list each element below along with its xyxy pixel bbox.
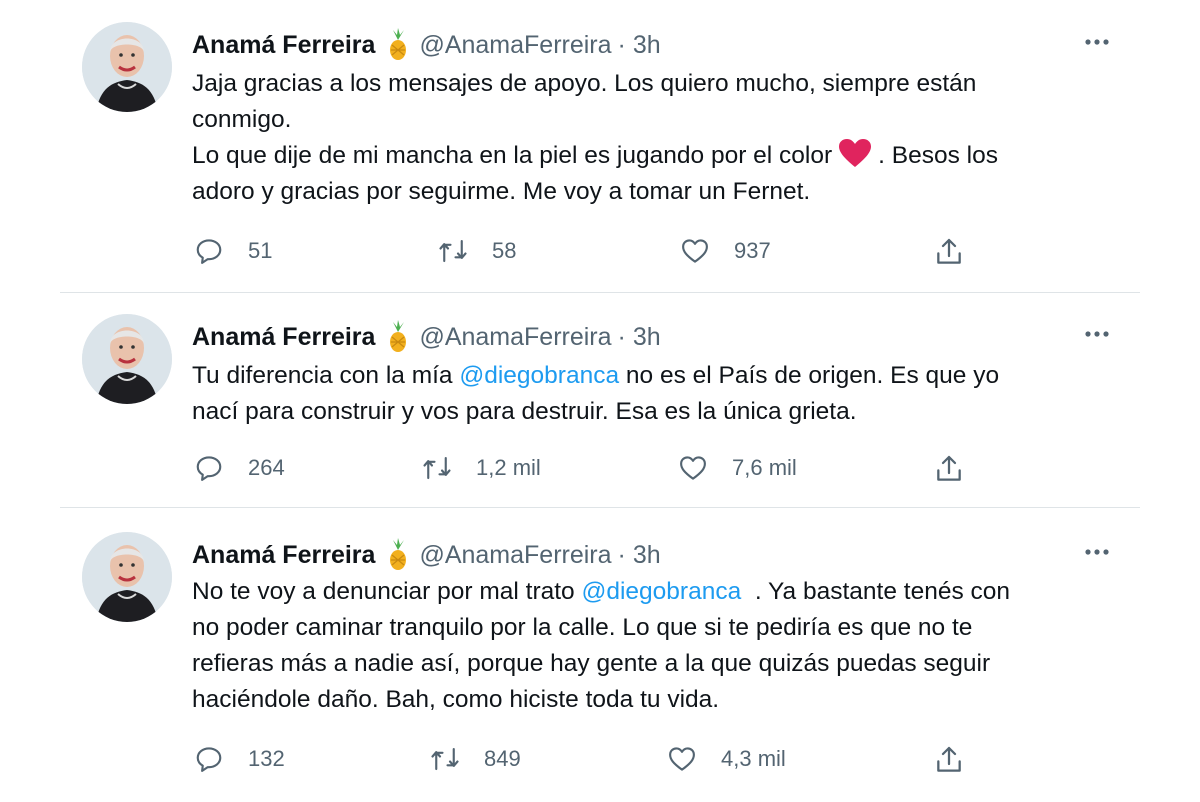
like-button[interactable]: 7,6 mil (678, 453, 797, 483)
retweet-count: 849 (484, 746, 521, 771)
share-icon[interactable] (933, 236, 965, 268)
pineapple-emoji-icon (383, 538, 413, 572)
reply-count: 51 (248, 238, 273, 263)
like-count: 4,3 mil (721, 746, 786, 771)
like-icon (667, 744, 697, 774)
mention-link[interactable]: @diegobranca (459, 362, 619, 389)
text-segment: refieras más a nadie así, porque hay gen… (192, 650, 991, 677)
reply-button[interactable]: 132 (194, 744, 285, 774)
text-segment: Lo que dije de mi mancha en la piel es j… (192, 142, 833, 169)
retweet-button[interactable]: 58 (438, 236, 516, 266)
text-segment: haciéndole daño. Bah, como hiciste toda … (192, 686, 720, 713)
reply-count: 264 (248, 455, 285, 480)
retweet-icon (430, 744, 460, 774)
more-icon[interactable] (1080, 30, 1114, 54)
reply-count: 132 (248, 746, 285, 771)
author-handle[interactable]: @AnamaFerreira (419, 541, 611, 570)
author-handle[interactable]: @AnamaFerreira (419, 31, 611, 60)
red-heart-emoji-icon (838, 138, 872, 168)
tweet-header: Anamá Ferreira @AnamaFerreira · 3h (192, 28, 661, 62)
reply-button[interactable]: 51 (194, 236, 272, 266)
like-count: 7,6 mil (732, 455, 797, 480)
text-segment: No te voy a denunciar por mal trato (192, 578, 582, 605)
avatar[interactable] (82, 532, 172, 622)
like-icon (680, 236, 710, 266)
avatar[interactable] (82, 314, 172, 404)
more-icon[interactable] (1080, 540, 1114, 564)
text-segment: . Ya bastante tenés con (741, 578, 1011, 605)
like-button[interactable]: 4,3 mil (667, 744, 786, 774)
tweet-3[interactable]: Anamá Ferreira @AnamaFerreira · 3h No te… (0, 510, 1200, 802)
pineapple-emoji-icon (383, 28, 413, 62)
tweet-header: Anamá Ferreira @AnamaFerreira · 3h (192, 320, 661, 354)
text-segment: . Besos los (878, 142, 998, 169)
text-segment: conmigo. (192, 106, 292, 133)
text-segment: Jaja gracias a los mensajes de apoyo. Lo… (192, 70, 977, 97)
tweet-text: Jaja gracias a los mensajes de apoyo. Lo… (192, 66, 1122, 210)
tweet-time[interactable]: · 3h (618, 541, 661, 570)
share-icon[interactable] (933, 744, 965, 776)
tweet-time[interactable]: · 3h (618, 323, 661, 352)
reply-button[interactable]: 264 (194, 453, 285, 483)
tweet-text: No te voy a denunciar por mal trato @die… (192, 574, 1122, 718)
like-button[interactable]: 937 (680, 236, 771, 266)
share-icon[interactable] (933, 453, 965, 485)
tweet-2[interactable]: Anamá Ferreira @AnamaFerreira · 3h Tu di… (0, 292, 1200, 507)
mention-link[interactable]: @diegobranca (581, 578, 741, 605)
reply-icon (194, 744, 224, 774)
tweet-1[interactable]: Anamá Ferreira @AnamaFerreira · 3h Jaja … (0, 0, 1200, 292)
retweet-count: 1,2 mil (476, 455, 541, 480)
tweet-header: Anamá Ferreira @AnamaFerreira · 3h (192, 538, 661, 572)
avatar[interactable] (82, 22, 172, 112)
tweet-feed: Anamá Ferreira @AnamaFerreira · 3h Jaja … (0, 0, 1200, 802)
retweet-count: 58 (492, 238, 517, 263)
like-icon (678, 453, 708, 483)
reply-icon (194, 236, 224, 266)
retweet-icon (422, 453, 452, 483)
like-count: 937 (734, 238, 771, 263)
divider (60, 507, 1140, 508)
author-handle[interactable]: @AnamaFerreira (419, 323, 611, 352)
pineapple-emoji-icon (383, 320, 413, 354)
author-name[interactable]: Anamá Ferreira (192, 323, 375, 352)
text-segment: adoro y gracias por seguirme. Me voy a t… (192, 178, 811, 205)
text-segment: no poder caminar tranquilo por la calle.… (192, 614, 973, 641)
more-icon[interactable] (1080, 322, 1114, 346)
author-name[interactable]: Anamá Ferreira (192, 541, 375, 570)
retweet-button[interactable]: 849 (430, 744, 521, 774)
reply-icon (194, 453, 224, 483)
retweet-icon (438, 236, 468, 266)
text-segment: Tu diferencia con la mía (192, 362, 460, 389)
tweet-time[interactable]: · 3h (618, 31, 661, 60)
author-name[interactable]: Anamá Ferreira (192, 31, 375, 60)
text-segment: nací para construir y vos para destruir.… (192, 398, 857, 425)
retweet-button[interactable]: 1,2 mil (422, 453, 541, 483)
text-segment: no es el País de origen. Es que yo (619, 362, 1000, 389)
tweet-text: Tu diferencia con la mía @diegobranca no… (192, 358, 1122, 430)
